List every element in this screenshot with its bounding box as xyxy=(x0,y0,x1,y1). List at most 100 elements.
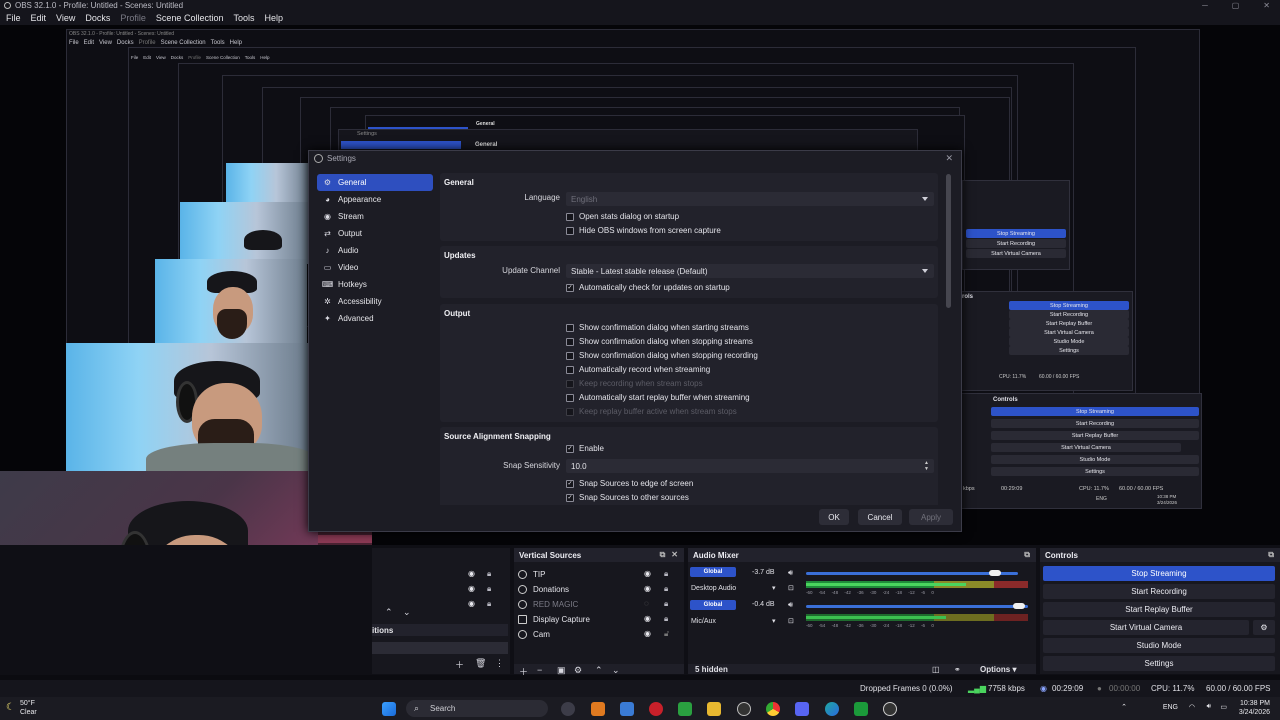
open-stats-checkbox[interactable]: Open stats dialog on startup xyxy=(566,212,679,221)
search-box[interactable]: ⌕ Search xyxy=(406,700,548,717)
chrome-icon[interactable] xyxy=(766,702,780,716)
ok-button[interactable]: OK xyxy=(819,509,849,525)
photos-icon[interactable] xyxy=(620,702,634,716)
global-button[interactable]: Global xyxy=(690,567,736,577)
lock-icon[interactable]: 🔒︎ xyxy=(487,599,491,609)
lock-icon[interactable]: 🔒︎ xyxy=(664,569,668,579)
close-icon[interactable]: ✕ xyxy=(671,550,678,560)
eye-icon[interactable]: ◉ xyxy=(468,569,475,578)
cloud-icon[interactable] xyxy=(591,702,605,716)
trash-icon[interactable]: 🗑︎ xyxy=(475,658,486,669)
mic-volume-slider[interactable] xyxy=(806,605,1028,608)
layout-icon[interactable]: ◫ xyxy=(932,665,940,674)
clock[interactable]: 10:38 PM 3/24/2026 xyxy=(1230,699,1270,717)
nav-audio[interactable]: ♪ Audio xyxy=(317,242,433,259)
eye-off-icon[interactable]: ◌ xyxy=(644,599,649,608)
speaker-icon[interactable]: 🔊︎ xyxy=(788,568,793,578)
confirm-stop-stream-checkbox[interactable]: Show confirmation dialog when stopping s… xyxy=(566,337,753,346)
source-item[interactable]: Display Capture xyxy=(518,612,590,626)
snap-enable-checkbox[interactable]: ✓ Enable xyxy=(566,444,604,453)
lock-icon[interactable]: 🔒︎ xyxy=(664,599,668,609)
speaker-icon[interactable]: 🔊︎ xyxy=(788,600,793,610)
discord-icon[interactable] xyxy=(795,702,809,716)
nav-hotkeys[interactable]: ⌨ Hotkeys xyxy=(317,276,433,293)
nav-general[interactable]: ⚙ General xyxy=(317,174,433,191)
source-item[interactable]: RED MAGIC xyxy=(518,597,578,611)
confirm-stop-recording-checkbox[interactable]: Show confirmation dialog when stopping r… xyxy=(566,351,758,360)
menu-scene-collection[interactable]: Scene Collection xyxy=(156,13,224,23)
settings-app-icon[interactable] xyxy=(561,702,575,716)
float-icon[interactable]: ⧉ xyxy=(660,550,666,560)
plus-icon[interactable]: ＋ xyxy=(519,665,528,678)
global-button[interactable]: Global xyxy=(690,600,736,610)
chevron-up-icon[interactable]: ⌃ xyxy=(385,607,393,618)
update-channel-select[interactable]: Stable - Latest stable release (Default) xyxy=(566,264,934,278)
wifi-icon[interactable]: ◠ xyxy=(1189,703,1195,711)
start-recording-button[interactable]: Start Recording xyxy=(1043,584,1275,599)
desktop-volume-slider[interactable] xyxy=(806,572,1018,575)
chevron-down-icon[interactable]: ⌄ xyxy=(403,607,411,618)
eye-icon[interactable]: ◉ xyxy=(468,584,475,593)
minus-icon[interactable]: − xyxy=(537,665,542,675)
language-select[interactable]: English xyxy=(566,192,934,206)
confirm-start-stream-checkbox[interactable]: Show confirmation dialog when starting s… xyxy=(566,323,749,332)
menu-file[interactable]: File xyxy=(6,13,21,23)
unlock-icon[interactable]: 🔓︎ xyxy=(664,629,669,639)
chevron-down-icon[interactable]: ▾ xyxy=(772,617,776,625)
start-virtual-camera-button[interactable]: Start Virtual Camera xyxy=(1043,620,1249,635)
nav-video[interactable]: ▭ Video xyxy=(317,259,433,276)
studio-mode-button[interactable]: Studio Mode xyxy=(1043,638,1275,653)
start-icon[interactable] xyxy=(382,702,396,716)
close-icon[interactable]: ✕ xyxy=(1263,1,1270,10)
source-item[interactable]: TIP xyxy=(518,567,545,581)
snap-sensitivity-spinbox[interactable]: 10.0 ▲ ▼ xyxy=(566,459,934,473)
edge-icon[interactable] xyxy=(825,702,839,716)
chevron-down-icon[interactable]: ⌄ xyxy=(612,665,620,676)
source-item[interactable]: Cam xyxy=(518,627,550,641)
chevron-down-icon[interactable]: ▾ xyxy=(772,584,776,592)
nav-output[interactable]: ⇄ Output xyxy=(317,225,433,242)
float-icon[interactable]: ⧉ xyxy=(1024,550,1030,560)
mic-volume-knob[interactable] xyxy=(1013,603,1026,609)
chevron-down-icon[interactable]: ▼ xyxy=(924,466,929,472)
obs-icon[interactable] xyxy=(737,702,751,716)
options-button[interactable]: Options ▾ xyxy=(980,665,1016,674)
xbox-icon[interactable] xyxy=(678,702,692,716)
lock-icon[interactable]: 🔒︎ xyxy=(487,584,491,594)
monitor-audio-icon[interactable]: ⊡ xyxy=(788,584,794,592)
link-icon[interactable]: ⚭ xyxy=(954,665,961,674)
settings-content[interactable]: General Language English Open stats dial… xyxy=(440,171,948,505)
settings-button[interactable]: Settings xyxy=(1043,656,1275,671)
menu-docks[interactable]: Docks xyxy=(85,13,110,23)
auto-update-checkbox[interactable]: ✓ Automatically check for updates on star… xyxy=(566,283,730,292)
menu-profile[interactable]: Profile xyxy=(120,13,146,23)
source-item[interactable]: Donations xyxy=(518,582,569,596)
plus-icon[interactable]: ＋ xyxy=(455,658,464,671)
eye-icon[interactable]: ◉ xyxy=(644,584,651,593)
apply-button[interactable]: Apply xyxy=(909,509,953,525)
snap-edge-checkbox[interactable]: ✓ Snap Sources to edge of screen xyxy=(566,479,693,488)
nav-accessibility[interactable]: ✲ Accessibility xyxy=(317,293,433,310)
transition-select[interactable] xyxy=(372,642,508,654)
obs-icon-2[interactable] xyxy=(883,702,897,716)
chevron-up-icon[interactable]: ⌃ xyxy=(1121,703,1127,711)
play-icon[interactable] xyxy=(854,702,868,716)
nav-appearance[interactable]: ◕ Appearance xyxy=(317,191,433,208)
nav-stream[interactable]: ◉ Stream xyxy=(317,208,433,225)
opera-icon[interactable] xyxy=(649,702,663,716)
start-replay-buffer-button[interactable]: Start Replay Buffer xyxy=(1043,602,1275,617)
eye-icon[interactable]: ◉ xyxy=(644,569,651,578)
nav-advanced[interactable]: ✦ Advanced xyxy=(317,310,433,327)
lang-indicator[interactable]: ENG xyxy=(1163,704,1178,711)
snap-other-checkbox[interactable]: ✓ Snap Sources to other sources xyxy=(566,493,689,502)
menu-edit[interactable]: Edit xyxy=(31,13,47,23)
filter-icon[interactable]: ▣ xyxy=(557,665,566,676)
stop-streaming-button[interactable]: Stop Streaming xyxy=(1043,566,1275,581)
auto-record-checkbox[interactable]: Automatically record when streaming xyxy=(566,365,710,374)
auto-replay-buffer-checkbox[interactable]: Automatically start replay buffer when s… xyxy=(566,393,750,402)
gear-icon[interactable]: ⚙ xyxy=(1253,620,1275,635)
chevron-up-icon[interactable]: ⌃ xyxy=(595,665,603,676)
lock-icon[interactable]: 🔒︎ xyxy=(487,569,491,579)
close-icon[interactable]: ✕ xyxy=(945,153,953,164)
desktop-volume-knob[interactable] xyxy=(989,570,1001,576)
